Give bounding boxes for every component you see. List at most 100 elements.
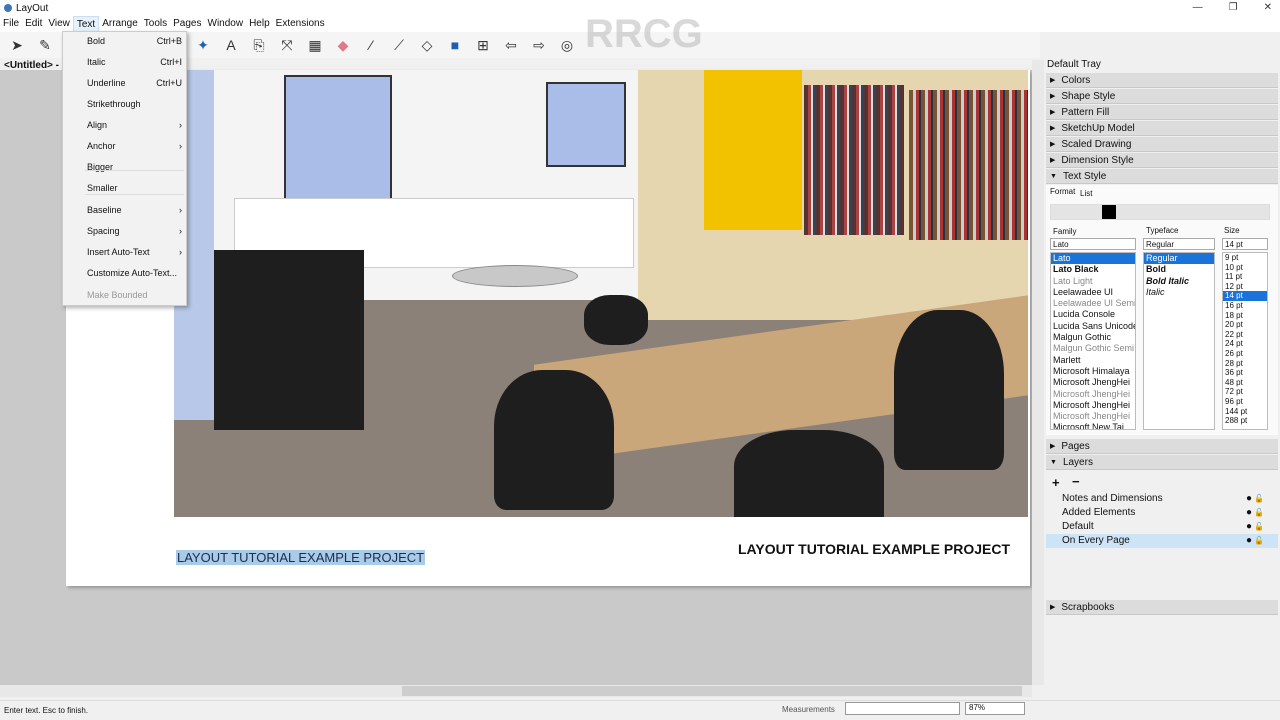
tray-section-scrapbooks[interactable]: ▶ Scrapbooks bbox=[1046, 600, 1278, 615]
size-option[interactable]: 20 pt bbox=[1223, 320, 1267, 330]
visibility-eye-icon[interactable]: ● bbox=[1246, 534, 1252, 548]
size-option[interactable]: 12 pt bbox=[1223, 282, 1267, 292]
menu-tools[interactable]: Tools bbox=[141, 16, 170, 32]
size-option[interactable]: 22 pt bbox=[1223, 330, 1267, 340]
size-option[interactable]: 288 pt bbox=[1223, 416, 1267, 426]
size-option[interactable]: 96 pt bbox=[1223, 397, 1267, 407]
visibility-eye-icon[interactable]: ● bbox=[1246, 492, 1252, 506]
menu-item-anchor[interactable]: Anchor › bbox=[87, 141, 182, 155]
visibility-eye-icon[interactable]: ● bbox=[1246, 506, 1252, 520]
tray-section-layers[interactable]: ▼ Layers bbox=[1046, 455, 1278, 470]
format-tab[interactable]: Format bbox=[1050, 187, 1075, 196]
add-page-icon[interactable]: ⊞ bbox=[474, 36, 492, 54]
menu-text[interactable]: Text bbox=[72, 16, 100, 32]
layer-row[interactable]: On Every Page ● 🔓 bbox=[1046, 534, 1278, 548]
selected-text-caption[interactable]: LAYOUT TUTORIAL EXAMPLE PROJECT bbox=[176, 550, 426, 565]
size-option[interactable]: 9 pt bbox=[1223, 253, 1267, 263]
font-option[interactable]: Leelawadee UI bbox=[1051, 287, 1135, 298]
visibility-eye-icon[interactable]: ● bbox=[1246, 520, 1252, 534]
lock-icon[interactable]: 🔓 bbox=[1254, 520, 1264, 534]
menu-item-spacing[interactable]: Spacing › bbox=[87, 226, 182, 240]
menu-item-bigger[interactable]: Bigger bbox=[87, 162, 182, 176]
lock-icon[interactable]: 🔓 bbox=[1254, 492, 1264, 506]
size-option[interactable]: 48 pt bbox=[1223, 378, 1267, 388]
typeface-option[interactable]: Regular bbox=[1144, 253, 1214, 265]
scrollbar-thumb[interactable] bbox=[402, 686, 1022, 696]
menu-item-align[interactable]: Align › bbox=[87, 120, 182, 134]
size-option[interactable]: 26 pt bbox=[1223, 349, 1267, 359]
font-option[interactable]: Microsoft New Tai bbox=[1051, 422, 1135, 429]
size-input[interactable]: 14 pt bbox=[1222, 238, 1268, 250]
style-tool-icon[interactable]: ✦ bbox=[194, 36, 212, 54]
add-layer-button[interactable]: + bbox=[1052, 475, 1060, 490]
menu-item-strikethrough[interactable]: Strikethrough bbox=[87, 99, 182, 113]
eraser-tool-icon[interactable]: ◆ bbox=[334, 36, 352, 54]
font-option[interactable]: Microsoft JhengHei bbox=[1051, 400, 1135, 411]
font-option[interactable]: Malgun Gothic Semi bbox=[1051, 343, 1135, 354]
size-option[interactable]: 28 pt bbox=[1223, 359, 1267, 369]
size-option[interactable]: 144 pt bbox=[1223, 407, 1267, 417]
layer-row[interactable]: Default ● 🔓 bbox=[1046, 520, 1278, 534]
menu-window[interactable]: Window bbox=[205, 16, 247, 32]
table-tool-icon[interactable]: ▦ bbox=[306, 36, 324, 54]
typeface-input[interactable]: Regular bbox=[1143, 238, 1215, 250]
zoom-select[interactable]: 87% bbox=[965, 702, 1025, 715]
tray-section-dimension-style[interactable]: ▶ Dimension Style bbox=[1046, 153, 1278, 168]
tray-section-colors[interactable]: ▶ Colors bbox=[1046, 73, 1278, 88]
font-option[interactable]: Lucida Console bbox=[1051, 309, 1135, 320]
menu-item-customize-auto-text-[interactable]: Customize Auto-Text... bbox=[87, 268, 182, 282]
tray-section-scaled-drawing[interactable]: ▶ Scaled Drawing bbox=[1046, 137, 1278, 152]
font-option[interactable]: Microsoft Himalaya bbox=[1051, 366, 1135, 377]
tray-section-shape-style[interactable]: ▶ Shape Style bbox=[1046, 89, 1278, 104]
font-option[interactable]: Microsoft JhengHei bbox=[1051, 411, 1135, 422]
layer-row[interactable]: Notes and Dimensions ● 🔓 bbox=[1046, 492, 1278, 506]
measurements-input[interactable] bbox=[845, 702, 960, 715]
join-tool-icon[interactable]: ◇ bbox=[418, 36, 436, 54]
close-icon[interactable]: ✕ bbox=[1264, 2, 1272, 13]
layer-row[interactable]: Added Elements ● 🔓 bbox=[1046, 506, 1278, 520]
lock-icon[interactable]: 🔓 bbox=[1254, 534, 1264, 548]
typeface-option[interactable]: Bold Italic bbox=[1144, 276, 1214, 287]
dimension-tool-icon[interactable]: ⤧ bbox=[278, 36, 296, 54]
menu-extensions[interactable]: Extensions bbox=[273, 16, 328, 32]
next-page-icon[interactable]: ⇨ bbox=[530, 36, 548, 54]
typeface-option[interactable]: Italic bbox=[1144, 287, 1214, 298]
presentation-icon[interactable]: ■ bbox=[446, 36, 464, 54]
tray-section-pattern-fill[interactable]: ▶ Pattern Fill bbox=[1046, 105, 1278, 120]
previous-page-icon[interactable]: ⇦ bbox=[502, 36, 520, 54]
horizontal-scrollbar[interactable] bbox=[0, 685, 1032, 697]
tray-section-sketchup-model[interactable]: ▶ SketchUp Model bbox=[1046, 121, 1278, 136]
tray-section-text-style[interactable]: ▼ Text Style bbox=[1046, 169, 1278, 184]
text-format-buttons[interactable] bbox=[1050, 204, 1270, 220]
size-option[interactable]: 14 pt bbox=[1223, 291, 1267, 301]
size-option[interactable]: 36 pt bbox=[1223, 368, 1267, 378]
size-option[interactable]: 24 pt bbox=[1223, 339, 1267, 349]
menu-edit[interactable]: Edit bbox=[22, 16, 45, 32]
typeface-option[interactable]: Bold bbox=[1144, 264, 1214, 275]
pencil-tool-icon[interactable]: ✎ bbox=[36, 36, 54, 54]
font-option[interactable]: Lato Light bbox=[1051, 276, 1135, 287]
size-option[interactable]: 10 pt bbox=[1223, 263, 1267, 273]
family-list[interactable]: Lato Lato Black Lato Light Leelawadee UI Lee… bbox=[1050, 252, 1136, 430]
font-option[interactable]: Microsoft JhengHei bbox=[1051, 389, 1135, 400]
menu-item-bold[interactable]: Bold Ctrl+B bbox=[87, 36, 182, 50]
project-title-text[interactable]: LAYOUT TUTORIAL EXAMPLE PROJECT bbox=[738, 541, 1010, 557]
account-icon[interactable]: ◎ bbox=[558, 36, 576, 54]
font-option[interactable]: Malgun Gothic bbox=[1051, 332, 1135, 343]
minimize-icon[interactable]: — bbox=[1193, 2, 1203, 13]
font-option[interactable]: Lucida Sans Unicode bbox=[1051, 321, 1135, 332]
menu-item-insert-auto-text[interactable]: Insert Auto-Text › bbox=[87, 247, 182, 261]
font-option[interactable]: Lato Black bbox=[1051, 264, 1135, 275]
font-option[interactable]: Lato bbox=[1051, 253, 1135, 265]
menu-file[interactable]: File bbox=[0, 16, 22, 32]
tray-section-pages[interactable]: ▶ Pages bbox=[1046, 439, 1278, 454]
select-tool-icon[interactable]: ➤ bbox=[8, 36, 26, 54]
menu-arrange[interactable]: Arrange bbox=[99, 16, 141, 32]
list-tab[interactable]: List bbox=[1080, 189, 1092, 198]
typeface-list[interactable]: Regular Bold Bold Italic Italic bbox=[1143, 252, 1215, 430]
menu-help[interactable]: Help bbox=[246, 16, 273, 32]
size-option[interactable]: 16 pt bbox=[1223, 301, 1267, 311]
menu-view[interactable]: View bbox=[45, 16, 73, 32]
menu-item-baseline[interactable]: Baseline › bbox=[87, 205, 182, 219]
text-tool-icon[interactable]: A bbox=[222, 36, 240, 54]
